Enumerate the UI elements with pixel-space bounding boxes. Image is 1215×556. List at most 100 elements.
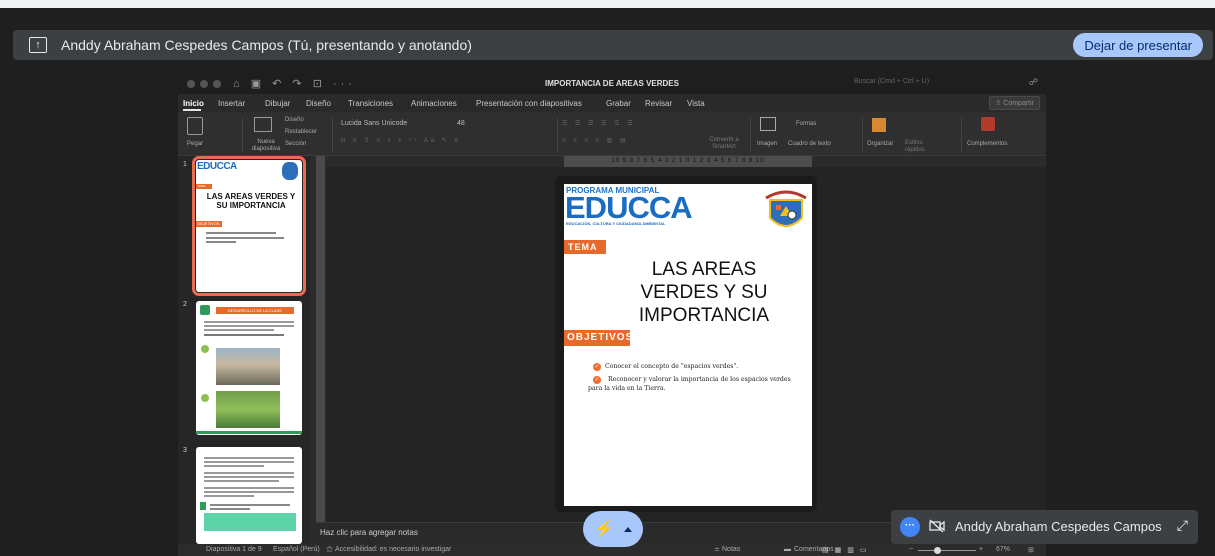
tab-transiciones[interactable]: Transiciones [348, 99, 393, 108]
thumbnail-text-line [204, 476, 294, 478]
zoom-in-button[interactable]: + [979, 546, 983, 553]
zoom-slider-handle[interactable] [934, 547, 941, 554]
slide-title-line: LAS AREAS [651, 259, 757, 280]
zoom-level[interactable]: 67% [996, 546, 1010, 553]
paragraph-buttons[interactable]: ☰ ☰ ☰ ☰ ☰ ☰ [562, 120, 636, 127]
thumbnail-text-line [204, 487, 294, 489]
tab-grabar[interactable]: Grabar [606, 99, 631, 108]
textbox-button[interactable]: Cuadro de texto [788, 141, 831, 147]
account-icon[interactable]: ☍ [1029, 77, 1038, 88]
educca-subtitle: EDUCACIÓN, CULTURA Y CIUDADANÍA AMBIENTA… [566, 221, 666, 226]
educca-logo: EDUCCA [565, 190, 693, 225]
thumbnail-footer-bar [196, 431, 302, 434]
notes-placeholder: Haz clic para agregar notas [320, 528, 418, 537]
font-name-select[interactable]: Lucida Sans Unicode [341, 120, 407, 127]
font-format-buttons[interactable]: N K S ≡ x x ᴬᵛ Aa ✎ A [341, 137, 461, 144]
check-icon: ✓ [593, 363, 601, 371]
thumbnail-number: 3 [183, 447, 187, 454]
slide-canvas: PROGRAMA MUNICIPAL EDUCCA EDUCACIÓN, CUL… [326, 167, 1046, 522]
language-status[interactable]: Español (Perú) [273, 546, 320, 553]
new-slide-icon[interactable] [254, 117, 272, 132]
view-buttons[interactable]: ▤▦▥▭ [822, 546, 872, 554]
new-slide-label[interactable]: Nueva diapositiva [249, 139, 283, 153]
vertical-ruler [316, 156, 325, 524]
thumbnail-banner: DESARROLLO DE LA CLASE [216, 307, 294, 314]
notes-icon: ≐ [714, 547, 720, 554]
share-button[interactable]: ⇪ Compartir [989, 96, 1040, 110]
arrange-button[interactable]: Organizar [867, 141, 893, 147]
tab-animaciones[interactable]: Animaciones [411, 99, 457, 108]
municipal-emblem-icon [765, 190, 807, 227]
thumbnail-text-line [206, 237, 284, 239]
thumbnail-emblem [282, 162, 298, 180]
thumbnail-bullet [201, 394, 209, 402]
thumbnail-text-line [204, 491, 294, 493]
tab-revisar[interactable]: Revisar [645, 99, 672, 108]
reset-button[interactable]: Restablecer [285, 129, 317, 135]
slide-count: Diapositiva 1 de 9 [206, 546, 262, 553]
powerpoint-window: ⌂ ▣ ↶ ↷ ⊡ ··· IMPORTANCIA DE AREAS VERDE… [178, 74, 1046, 556]
image-button[interactable]: Imagen [757, 141, 777, 147]
presenter-label: Anddy Abraham Cespedes Campos (Tú, prese… [61, 37, 472, 53]
objective-2a: Reconocer y valorar la importancia de lo… [608, 376, 791, 383]
caret-up-icon [623, 526, 632, 532]
tab-diseno[interactable]: Diseño [306, 99, 331, 108]
thumbnail-text-line [204, 321, 294, 323]
layout-button[interactable]: Diseño [285, 117, 304, 123]
slide-title-line: VERDES Y SU [640, 282, 768, 303]
stop-presenting-button[interactable]: Dejar de presentar [1073, 33, 1203, 57]
addins-button[interactable]: Complementos [967, 141, 1007, 147]
ribbon-divider [242, 118, 243, 152]
addins-icon[interactable] [981, 117, 995, 131]
tab-presentacion[interactable]: Presentación con diapositivas [476, 99, 582, 108]
check-icon: ✓ [593, 376, 601, 384]
annotation-button[interactable]: ⚡ [583, 511, 643, 547]
tema-tag: TEMA [564, 240, 606, 254]
align-buttons[interactable]: ≡ ≡ ≡ ≡ ▥ ▤ [562, 137, 629, 144]
thumbnail-green-box [204, 513, 296, 531]
thumbnail-logo: EDUCCA [197, 161, 237, 172]
paste-icon[interactable] [187, 117, 203, 135]
share-label: Compartir [1003, 100, 1034, 107]
expand-icon[interactable]: ⤢ [1177, 517, 1188, 534]
tab-insertar[interactable]: Insertar [218, 99, 245, 108]
ribbon-divider [862, 118, 863, 152]
camera-off-icon[interactable] [929, 519, 945, 533]
tab-inicio[interactable]: Inicio [183, 99, 204, 108]
thumbnail-text-line [204, 465, 264, 467]
horizontal-ruler: 10 9 8 7 6 5 4 3 2 1 0 1 2 3 4 5 6 7 8 9… [564, 156, 812, 167]
thumbnail-text-line [210, 504, 290, 506]
paste-label[interactable]: Pegar [187, 141, 203, 147]
font-size-select[interactable]: 48 [457, 120, 465, 127]
zoom-out-button[interactable]: − [909, 546, 913, 553]
accessibility-icon: ⚝ [326, 546, 333, 553]
thumbnail-slide-1[interactable]: EDUCCA TEMA LAS AREAS VERDES Y SU IMPORT… [192, 156, 306, 296]
section-button[interactable]: Sección [285, 141, 306, 147]
thumbnail-slide-2[interactable]: DESARROLLO DE LA CLASE [196, 301, 302, 435]
tab-vista[interactable]: Vista [687, 99, 705, 108]
zoom-slider[interactable] [918, 550, 976, 551]
quick-styles-button[interactable]: Estilos rápidos [905, 140, 931, 154]
notes-toggle[interactable]: Notas [722, 546, 740, 553]
fit-slide-icon[interactable]: ⊞ [1028, 546, 1034, 554]
shapes-button[interactable]: Formas [796, 121, 816, 127]
search-box[interactable]: Buscar (Cmd + Ctrl + U) [854, 78, 929, 85]
comments-icon: ▬ [784, 546, 791, 553]
ribbon-tabs: Inicio Insertar Dibujar Diseño Transicio… [178, 94, 1046, 112]
thumbnail-text-line [210, 508, 250, 510]
thumbnail-text-line [204, 329, 274, 331]
thumbnail-slide-3[interactable] [196, 447, 302, 544]
tab-dibujar[interactable]: Dibujar [265, 99, 290, 108]
ribbon-divider [557, 118, 558, 152]
more-options-icon[interactable]: ··· [900, 517, 920, 537]
thumbnail-number: 2 [183, 301, 187, 308]
thumbnail-text-line [204, 461, 294, 463]
accessibility-status[interactable]: Accesibilidad: es necesario investigar [335, 546, 451, 553]
thumbnail-city-photo [216, 348, 280, 385]
ribbon-divider [961, 118, 962, 152]
arrange-icon[interactable] [872, 118, 886, 132]
image-icon[interactable] [760, 117, 776, 131]
current-slide[interactable]: PROGRAMA MUNICIPAL EDUCCA EDUCACIÓN, CUL… [564, 184, 812, 506]
convert-smartart-button[interactable]: Convertir a SmartArt [705, 137, 743, 151]
active-tab-indicator [183, 109, 201, 111]
